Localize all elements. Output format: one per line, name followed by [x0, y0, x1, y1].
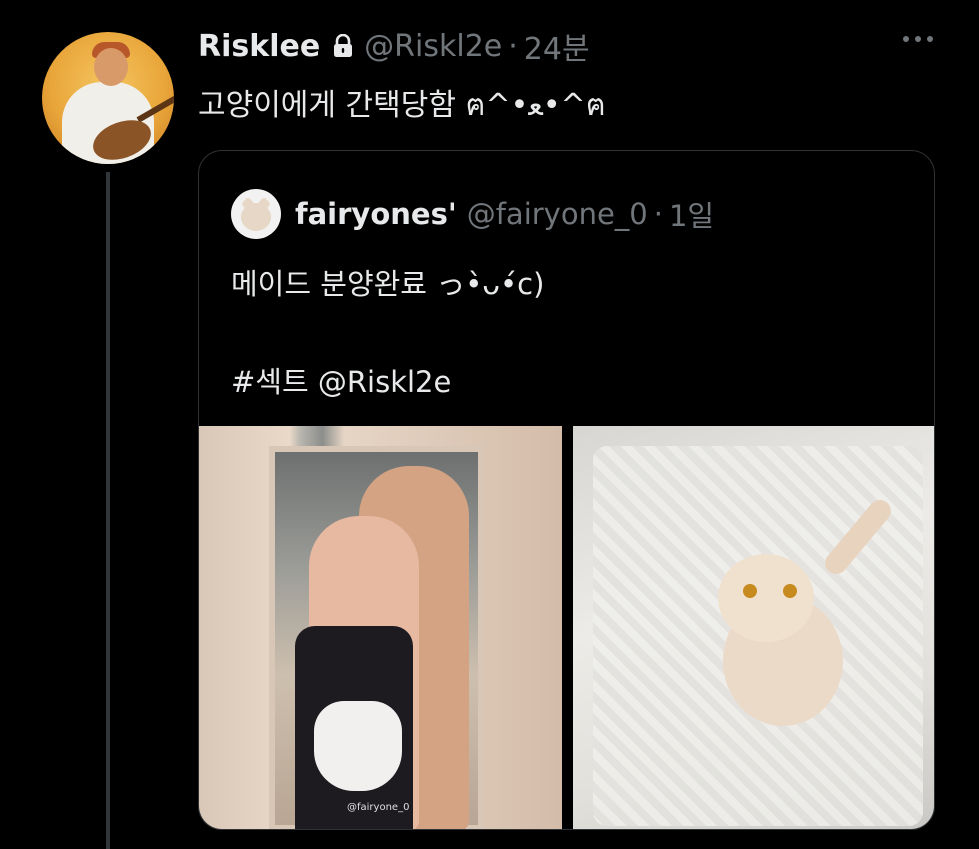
avatar-head [94, 48, 128, 86]
author-handle[interactable]: @Riskl2e [364, 29, 502, 64]
quoted-text-line2: #섹트 @Riskl2e [231, 365, 452, 399]
cat-eye-left [743, 584, 757, 598]
photo-watermark: @fairyone_0 [347, 802, 410, 813]
quoted-header: fairyones' @fairyone_0 · 1일 [231, 189, 714, 239]
quoted-avatar[interactable] [231, 189, 281, 239]
lock-icon [332, 34, 354, 58]
quoted-tweet[interactable]: fairyones' @fairyone_0 · 1일 메이드 분양완료 っ•̀… [198, 150, 935, 830]
more-icon[interactable] [903, 36, 933, 42]
media-photo-right[interactable] [573, 426, 934, 829]
cat-eye-right [783, 584, 797, 598]
quoted-time[interactable]: 1일 [669, 193, 714, 235]
cat-head [718, 554, 814, 642]
tweet-time[interactable]: 24분 [524, 24, 590, 68]
media-photo-left[interactable]: @fairyone_0 [199, 426, 562, 829]
tweet-text: 고양이에게 간택당함 ฅ^•ﻌ•^ฅ [198, 88, 606, 123]
quoted-author-handle[interactable]: @fairyone_0 [467, 197, 648, 231]
quoted-text-line1: 메이드 분양완료 っ•̀ᴗ•́c) [231, 267, 545, 301]
quoted-time-separator: · [653, 197, 663, 231]
quoted-author-name[interactable]: fairyones' [295, 197, 457, 231]
tweet-header: Risklee @Riskl2e · 24분 [198, 24, 590, 68]
time-separator: · [508, 28, 518, 64]
author-avatar[interactable] [42, 32, 174, 164]
photo-apron [314, 701, 402, 791]
author-name[interactable]: Risklee [198, 29, 320, 64]
thread-line [106, 172, 110, 849]
